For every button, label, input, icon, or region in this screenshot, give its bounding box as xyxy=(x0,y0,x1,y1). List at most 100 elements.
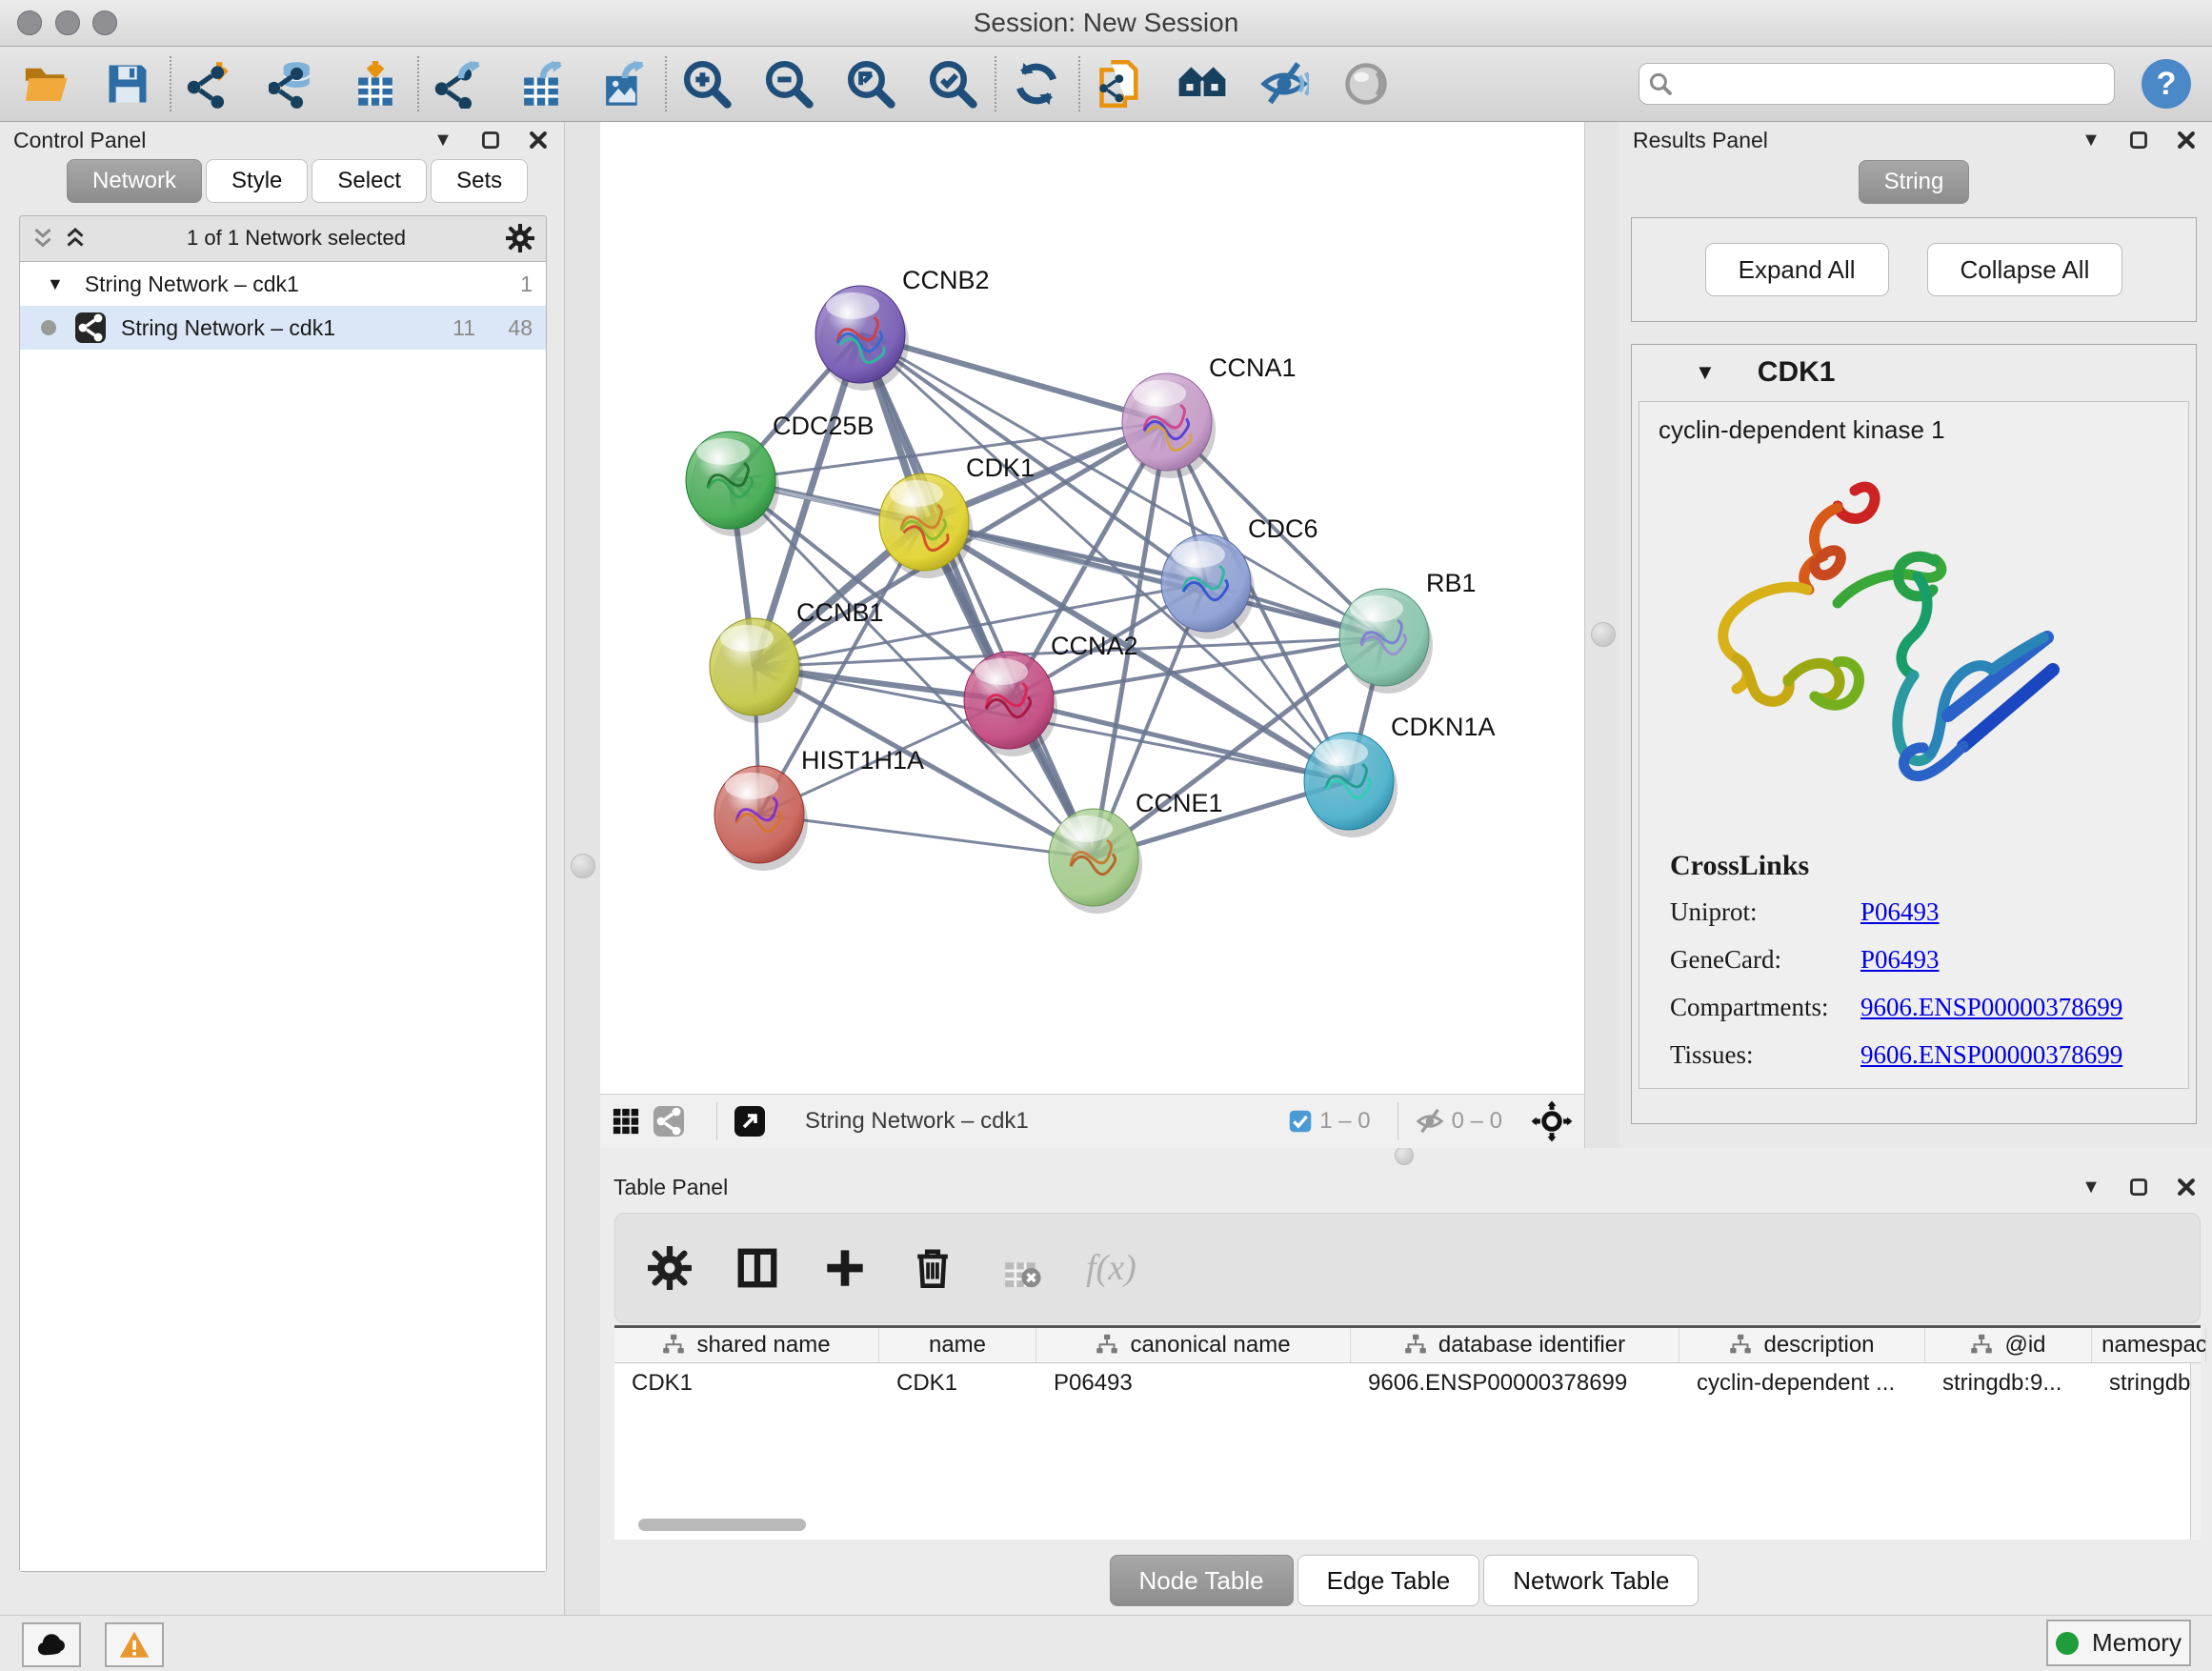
birds-eye-view-icon[interactable] xyxy=(612,1107,640,1136)
table-cell[interactable]: 9606.ENSP00000378699 xyxy=(1351,1370,1679,1397)
network-tree-row-collection[interactable]: ▼ String Network – cdk1 1 xyxy=(20,262,546,306)
float-results-icon[interactable] xyxy=(2126,128,2151,152)
bottom-splitter[interactable] xyxy=(600,1148,2212,1169)
tab-style[interactable]: Style xyxy=(206,159,308,203)
collapse-all-networks-icon[interactable] xyxy=(64,227,87,250)
string-network-graph[interactable]: CCNB2 CCNA1 CDC25B CDK1 CDC6 xyxy=(600,122,1584,1094)
save-icon[interactable] xyxy=(103,59,152,109)
column-header-database-identifier[interactable]: database identifier xyxy=(1351,1328,1679,1362)
node-CCNA1[interactable]: CCNA1 xyxy=(1122,353,1297,478)
float-table-panel-icon[interactable] xyxy=(2126,1175,2151,1199)
memory-button[interactable]: Memory xyxy=(2046,1620,2191,1666)
table-cell[interactable]: CDK1 xyxy=(879,1370,1036,1397)
collapse-table-panel-icon[interactable]: ▼ xyxy=(2079,1175,2103,1199)
selected-count-checkbox-icon[interactable] xyxy=(1289,1110,1312,1133)
crosslink-link[interactable]: P06493 xyxy=(1860,1088,1940,1089)
column-header-namespac[interactable]: namespac xyxy=(2092,1328,2206,1362)
tab-sets[interactable]: Sets xyxy=(431,159,528,203)
search-box[interactable] xyxy=(1639,63,2115,105)
table-cell[interactable]: CDK1 xyxy=(614,1370,879,1397)
string-network-icon[interactable] xyxy=(654,1106,684,1137)
collapse-panel-icon[interactable]: ▼ xyxy=(431,128,455,152)
collapse-all-button[interactable]: Collapse All xyxy=(1927,243,2123,296)
results-panel: Results Panel ▼ String Expand All Collap… xyxy=(1619,122,2212,1148)
help-button[interactable]: ? xyxy=(2142,59,2191,109)
left-splitter[interactable] xyxy=(564,122,602,1615)
node-CDC6[interactable]: CDC6 xyxy=(1161,514,1318,639)
show-graphics-details-icon[interactable] xyxy=(1341,59,1391,109)
export-network-icon[interactable] xyxy=(434,59,484,109)
table-cell[interactable]: stringdb xyxy=(2092,1370,2191,1397)
zoom-fit-icon[interactable] xyxy=(846,59,895,109)
table-cell[interactable]: cyclin-dependent ... xyxy=(1679,1370,1925,1397)
table-cell[interactable]: P06493 xyxy=(1036,1370,1351,1397)
right-splitter[interactable] xyxy=(1584,122,1620,1148)
node-CDKN1A[interactable]: CDKN1A xyxy=(1304,713,1496,837)
crosslink-label: Pharos: xyxy=(1670,1088,1860,1089)
tab-network-table[interactable]: Network Table xyxy=(1483,1555,1699,1606)
collection-expander-icon[interactable]: ▼ xyxy=(47,274,64,294)
crosslink-link[interactable]: 9606.ENSP00000378699 xyxy=(1860,1040,2122,1070)
import-table-icon[interactable] xyxy=(351,59,400,109)
collapse-results-icon[interactable]: ▼ xyxy=(2079,128,2103,152)
cloud-button[interactable] xyxy=(22,1622,81,1667)
column-header-canonical-name[interactable]: canonical name xyxy=(1036,1328,1351,1362)
zoom-in-icon[interactable] xyxy=(682,59,732,109)
tab-network[interactable]: Network xyxy=(67,159,202,203)
warnings-button[interactable] xyxy=(105,1622,164,1667)
node-CCNE1[interactable]: CCNE1 xyxy=(1049,789,1223,914)
expand-all-button[interactable]: Expand All xyxy=(1705,243,1889,296)
network-canvas[interactable]: CCNB2 CCNA1 CDC25B CDK1 CDC6 xyxy=(600,122,1584,1094)
column-header-name[interactable]: name xyxy=(879,1328,1036,1362)
tab-string[interactable]: String xyxy=(1859,160,1970,204)
string-home-icon[interactable] xyxy=(1177,59,1227,109)
export-table-icon[interactable] xyxy=(516,59,566,109)
collapse-protein-icon[interactable]: ▼ xyxy=(1695,360,1716,385)
column-label: namespac xyxy=(2101,1332,2206,1359)
right-splitter-handle[interactable] xyxy=(1591,622,1616,647)
delete-column-icon[interactable] xyxy=(911,1246,955,1290)
refresh-icon[interactable] xyxy=(1012,59,1061,109)
zoom-selected-icon[interactable] xyxy=(928,59,977,109)
network-tree-row-network[interactable]: String Network – cdk1 11 48 xyxy=(20,306,546,350)
tab-select[interactable]: Select xyxy=(312,159,427,203)
show-columns-icon[interactable] xyxy=(735,1246,779,1290)
hide-selected-icon[interactable] xyxy=(1259,59,1309,109)
crosslink-link[interactable]: 9606.ENSP00000378699 xyxy=(1860,993,2122,1022)
close-results-icon[interactable] xyxy=(2174,128,2199,152)
column-header-shared-name[interactable]: shared name xyxy=(614,1328,879,1362)
import-network-icon[interactable] xyxy=(187,59,236,109)
edge-HIST1H1A-CCNE1[interactable] xyxy=(759,815,1094,857)
close-panel-icon[interactable] xyxy=(526,128,551,152)
search-input[interactable] xyxy=(1672,70,2104,98)
expand-all-networks-icon[interactable] xyxy=(31,227,54,250)
network-options-gear-icon[interactable] xyxy=(506,224,534,252)
table-row[interactable]: CDK1CDK1P064939606.ENSP00000378699cyclin… xyxy=(614,1363,2191,1403)
edge-CCNB2-CCNE1[interactable] xyxy=(860,334,1094,857)
main-toolbar: ? xyxy=(0,47,2212,122)
crosslink-link[interactable]: P06493 xyxy=(1860,897,1940,927)
import-database-icon[interactable] xyxy=(269,59,318,109)
table-horizontal-scrollbar[interactable] xyxy=(638,1519,806,1531)
table-options-gear-icon[interactable] xyxy=(648,1246,692,1290)
export-image-icon[interactable] xyxy=(598,59,648,109)
share-document-icon[interactable] xyxy=(1096,59,1145,109)
open-icon[interactable] xyxy=(21,59,70,109)
add-column-icon[interactable] xyxy=(823,1246,867,1290)
zoom-out-icon[interactable] xyxy=(764,59,814,109)
column-header--id[interactable]: @id xyxy=(1925,1328,2092,1362)
column-header-description[interactable]: description xyxy=(1679,1328,1925,1362)
crosslink-link[interactable]: P06493 xyxy=(1860,945,1940,975)
node-HIST1H1A[interactable]: HIST1H1A xyxy=(714,746,924,871)
float-panel-icon[interactable] xyxy=(478,128,503,152)
tab-edge-table[interactable]: Edge Table xyxy=(1297,1555,1480,1606)
left-splitter-handle[interactable] xyxy=(571,854,595,878)
table-cell[interactable]: stringdb:9... xyxy=(1925,1370,2092,1397)
fit-selected-crosshair-icon[interactable] xyxy=(1531,1100,1573,1142)
tab-node-table[interactable]: Node Table xyxy=(1110,1555,1294,1606)
node-RB1[interactable]: RB1 xyxy=(1339,569,1477,694)
table-vertical-scrollbar[interactable] xyxy=(2190,1363,2201,1540)
bottom-splitter-handle[interactable] xyxy=(1395,1146,1414,1165)
close-table-panel-icon[interactable] xyxy=(2174,1175,2199,1199)
detach-view-icon[interactable] xyxy=(734,1106,765,1137)
